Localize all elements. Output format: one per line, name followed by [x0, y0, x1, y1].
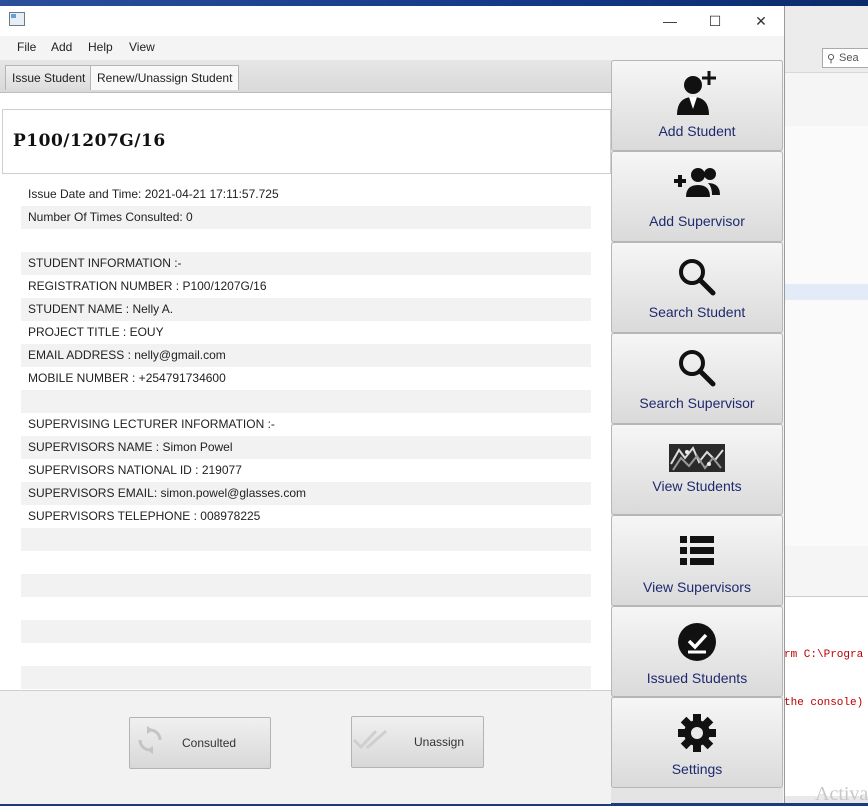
- ide-console: rm C:\Progra the console): [784, 596, 868, 797]
- maximize-button[interactable]: ☐: [692, 6, 738, 36]
- sidebar-item-label: View Supervisors: [643, 579, 751, 595]
- record-line: EMAIL ADDRESS : nelly@gmail.com: [21, 344, 591, 367]
- app-icon: [9, 12, 25, 26]
- settings-button[interactable]: Settings: [611, 697, 783, 788]
- ide-highlighted-line: [784, 284, 868, 300]
- record-line: [21, 390, 591, 413]
- menu-add[interactable]: Add: [51, 40, 72, 54]
- menu-bar: File Add Help View: [0, 36, 611, 60]
- record-line: MOBILE NUMBER : +254791734600: [28, 371, 226, 385]
- record-line: [21, 597, 591, 620]
- record-line: Issue Date and Time: 2021-04-21 17:11:57…: [28, 187, 279, 201]
- tab-issue-student[interactable]: Issue Student: [5, 65, 93, 90]
- background-ide-window: ⚲ Sea rm C:\Progra the console): [784, 6, 868, 803]
- sidebar-item-label: Search Supervisor: [639, 395, 755, 411]
- add-student-button[interactable]: Add Student: [611, 60, 783, 151]
- unassign-button[interactable]: Unassign: [351, 716, 484, 768]
- consulted-button[interactable]: Consulted: [129, 717, 271, 769]
- record-line: SUPERVISORS NATIONAL ID : 219077: [28, 463, 242, 477]
- ide-editor: [784, 126, 868, 546]
- view-students-button[interactable]: View Students: [611, 424, 783, 515]
- record-line: [21, 620, 591, 643]
- record-line: SUPERVISORS TELEPHONE : 008978225: [28, 509, 261, 523]
- search-supervisor-button[interactable]: Search Supervisor: [611, 333, 783, 424]
- search-icon: [612, 257, 782, 302]
- record-line: SUPERVISING LECTURER INFORMATION :-: [28, 417, 275, 431]
- refresh-icon: [130, 725, 170, 761]
- record-details-list: Issue Date and Time: 2021-04-21 17:11:57…: [21, 183, 591, 712]
- sidebar-item-label: Settings: [671, 761, 723, 777]
- record-line: [21, 551, 591, 574]
- record-line: STUDENT NAME : Nelly A.: [21, 298, 591, 321]
- gear-icon: [612, 713, 782, 758]
- record-line: [21, 574, 591, 597]
- console-line: the console): [784, 697, 864, 709]
- action-bar: Consulted Unassign: [0, 690, 611, 804]
- sidebar-item-label: View Students: [652, 478, 742, 494]
- sidebar-item-label: Add Supervisor: [649, 213, 745, 229]
- menu-file[interactable]: File: [17, 40, 36, 54]
- record-line: [21, 229, 591, 252]
- menu-help[interactable]: Help: [88, 40, 113, 54]
- console-line: rm C:\Progra: [784, 649, 864, 661]
- record-line: Number Of Times Consulted: 0: [21, 206, 591, 229]
- double-check-icon: [352, 726, 392, 758]
- record-line: [21, 643, 591, 666]
- sidebar-item-label: Search Student: [648, 304, 746, 320]
- list-icon: [612, 536, 782, 571]
- app-window: — ☐ ✕ File Add Help View Issue Student R…: [0, 6, 785, 804]
- minimize-button[interactable]: —: [647, 6, 693, 36]
- add-supervisor-icon: [612, 166, 782, 203]
- record-panel: P100/1207G/16 Issue Date and Time: 2021-…: [0, 93, 611, 804]
- registration-number-title: P100/1207G/16: [13, 131, 166, 151]
- search-icon: ⚲: [826, 52, 836, 65]
- menu-view[interactable]: View: [129, 40, 155, 54]
- issued-students-button[interactable]: Issued Students: [611, 606, 783, 697]
- record-line: [21, 528, 591, 551]
- search-student-button[interactable]: Search Student: [611, 242, 783, 333]
- tab-renew-unassign-student[interactable]: Renew/Unassign Student: [90, 65, 240, 90]
- consulted-label: Consulted: [182, 736, 237, 750]
- add-supervisor-button[interactable]: Add Supervisor: [611, 151, 783, 242]
- record-line: REGISTRATION NUMBER : P100/1207G/16: [28, 279, 267, 293]
- registration-header-box: P100/1207G/16: [2, 109, 611, 174]
- tab-bar: Issue Student Renew/Unassign Student: [0, 60, 611, 93]
- close-button[interactable]: ✕: [738, 6, 784, 36]
- search-icon: [612, 348, 782, 393]
- unassign-label: Unassign: [414, 735, 465, 749]
- students-photo-icon: [612, 444, 782, 477]
- record-line: STUDENT INFORMATION :-: [21, 252, 591, 275]
- sidebar: Add Student Add Supervisor Search Studen…: [611, 60, 783, 803]
- check-circle-icon: [612, 622, 782, 667]
- view-supervisors-button[interactable]: View Supervisors: [611, 515, 783, 606]
- ide-search-field[interactable]: ⚲ Sea: [822, 48, 868, 68]
- sidebar-item-label: Add Student: [658, 123, 736, 139]
- record-line: SUPERVISORS EMAIL: simon.powel@glasses.c…: [21, 482, 591, 505]
- record-line: SUPERVISORS NAME : Simon Powel: [21, 436, 591, 459]
- add-student-icon: [612, 69, 782, 122]
- record-line: [21, 666, 591, 689]
- sidebar-item-label: Issued Students: [646, 670, 748, 686]
- title-bar[interactable]: — ☐ ✕: [0, 6, 784, 36]
- ide-search-placeholder: Sea: [839, 52, 859, 64]
- record-line: PROJECT TITLE : EOUY: [28, 325, 164, 339]
